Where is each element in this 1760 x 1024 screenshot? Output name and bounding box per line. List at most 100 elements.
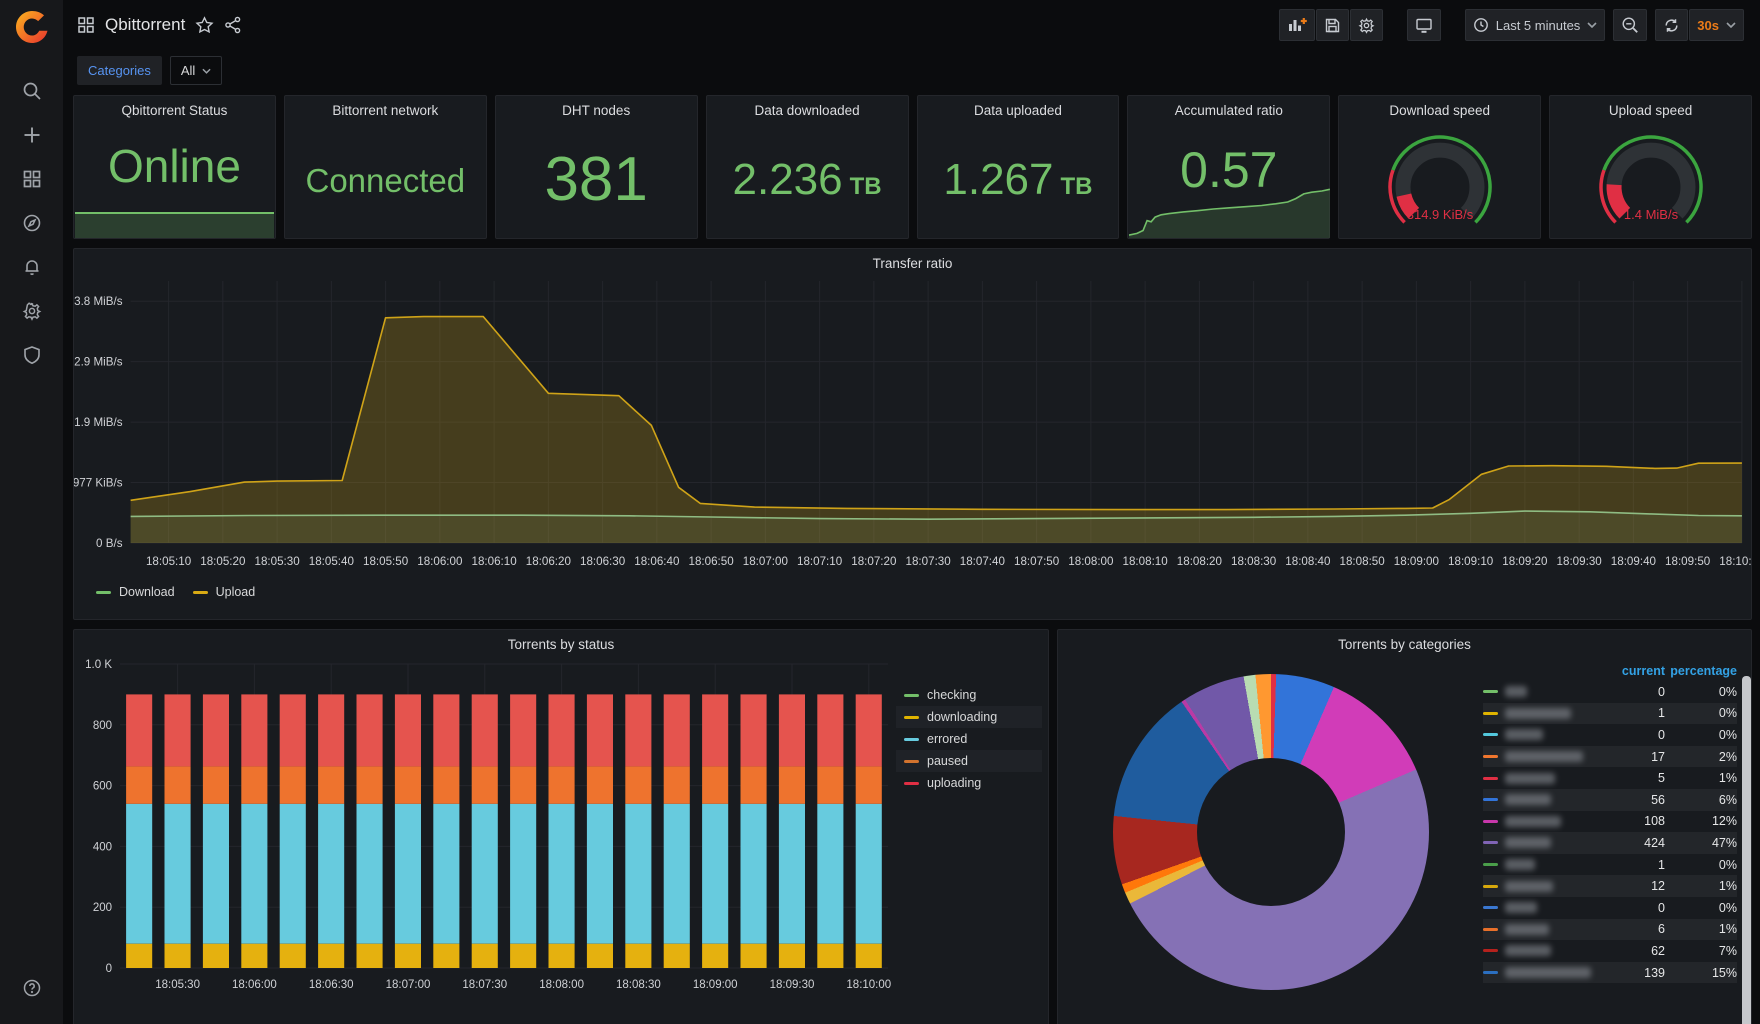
svg-text:2.9 MiB/s: 2.9 MiB/s [74, 357, 123, 369]
svg-text:1.4 MiB/s: 1.4 MiB/s [1623, 207, 1678, 222]
table-row: 17 2% [1483, 745, 1737, 768]
panel-title[interactable]: Torrents by categories [1058, 630, 1751, 652]
panel-title[interactable]: Bittorrent network [285, 96, 486, 118]
panel-title[interactable]: Qbittorrent Status [74, 96, 275, 118]
submenu-row: Categories All [73, 50, 1752, 95]
share-icon[interactable] [224, 16, 242, 34]
cell-percentage: 0% [1718, 900, 1737, 915]
svg-text:18:05:30: 18:05:30 [254, 556, 299, 568]
svg-text:18:07:10: 18:07:10 [797, 556, 842, 568]
sidebar-create-icon[interactable] [10, 113, 54, 157]
sidebar-help-icon[interactable] [10, 966, 54, 1010]
panel-title[interactable]: DHT nodes [496, 96, 697, 118]
zoom-out-button[interactable] [1613, 9, 1648, 41]
time-range-picker[interactable]: Last 5 minutes [1464, 9, 1606, 41]
stat-panel-qbittorrent-status: Qbittorrent Status Online [73, 95, 276, 239]
cell-percentage: 7% [1718, 943, 1737, 958]
category-name-redacted [1505, 686, 1527, 698]
panel-title[interactable]: Torrents by status [74, 630, 1048, 652]
svg-text:0: 0 [106, 963, 112, 975]
chevron-down-icon [202, 68, 211, 74]
sidebar-explore-icon[interactable] [10, 201, 54, 245]
cell-current: 1 [1658, 706, 1665, 721]
svg-text:18:07:00: 18:07:00 [386, 979, 431, 991]
cell-percentage: 1% [1718, 922, 1737, 937]
sidebar-dashboards-icon[interactable] [10, 157, 54, 201]
svg-text:0 B/s: 0 B/s [96, 538, 123, 550]
star-icon[interactable] [195, 15, 214, 35]
legend-item-upload[interactable]: Upload [192, 585, 255, 599]
cell-current: 17 [1651, 749, 1665, 764]
panel-title[interactable]: Data downloaded [707, 96, 908, 118]
stat-body: 2.236 TB [707, 122, 908, 238]
svg-text:18:07:00: 18:07:00 [743, 556, 788, 568]
svg-text:18:05:30: 18:05:30 [155, 979, 200, 991]
status-legend: checking downloading errored paused uploadin… [896, 652, 1042, 1002]
categories-filter-dropdown[interactable]: All [169, 56, 223, 85]
cell-current: 139 [1644, 965, 1665, 980]
svg-text:18:06:00: 18:06:00 [417, 556, 462, 568]
save-dashboard-button[interactable] [1315, 9, 1349, 41]
column-header-current[interactable]: current [1607, 664, 1665, 678]
cell-percentage: 6% [1718, 792, 1737, 807]
grafana-logo-icon[interactable] [12, 7, 52, 47]
category-name-redacted [1505, 859, 1535, 871]
category-name-redacted [1505, 707, 1571, 719]
table-scrollbar[interactable] [1742, 676, 1751, 1024]
sidebar-admin-icon[interactable] [10, 333, 54, 377]
legend-dash-icon [1483, 819, 1498, 823]
panel-title[interactable]: Data uploaded [918, 96, 1119, 118]
tv-mode-button[interactable] [1406, 9, 1441, 41]
category-name-redacted [1505, 837, 1551, 849]
legend-item-checking[interactable]: checking [896, 684, 1042, 706]
panel-title[interactable]: Download speed [1339, 96, 1540, 118]
svg-text:18:09:20: 18:09:20 [1502, 556, 1547, 568]
time-range-label: Last 5 minutes [1495, 17, 1581, 33]
categories-filter-value: All [180, 63, 196, 78]
column-header-percentage[interactable]: percentage [1665, 664, 1737, 678]
stat-unit: TB [1060, 173, 1093, 200]
add-panel-button[interactable] [1278, 9, 1315, 41]
category-name-redacted [1505, 902, 1537, 914]
panel-title[interactable]: Upload speed [1550, 96, 1751, 118]
legend-item-download[interactable]: Download [96, 585, 175, 599]
panel-title[interactable]: Accumulated ratio [1128, 96, 1329, 118]
sidebar [0, 0, 63, 1024]
dashboard-topbar: Qbittorrent Last 5 minutes 30s [73, 0, 1752, 50]
legend-dash-icon [1483, 906, 1498, 910]
dashboard-settings-button[interactable] [1349, 9, 1383, 41]
legend-item-downloading[interactable]: downloading [896, 706, 1042, 728]
svg-text:18:07:50: 18:07:50 [1014, 556, 1059, 568]
refresh-button[interactable] [1655, 9, 1689, 41]
chevron-down-icon [1726, 22, 1736, 28]
svg-text:18:09:30: 18:09:30 [1557, 556, 1602, 568]
transfer-ratio-chart[interactable]: 18:05:10 18:05:20 18:05:30 18:05:40 18:05:50… [74, 271, 1751, 583]
svg-text:18:06:00: 18:06:00 [232, 979, 277, 991]
cell-percentage: 15% [1711, 965, 1737, 980]
sidebar-alerting-icon[interactable] [10, 245, 54, 289]
category-name-redacted [1505, 729, 1543, 741]
torrents-by-status-panel: Torrents by status 18:05:30 18:06:00 18:06… [73, 629, 1049, 1024]
cell-current: 424 [1644, 835, 1665, 850]
refresh-interval-picker[interactable]: 30s [1689, 9, 1744, 41]
panel-title[interactable]: Transfer ratio [74, 249, 1751, 271]
stat-body: 1.267 TB [918, 122, 1119, 238]
legend-dash-icon [904, 737, 919, 741]
cell-percentage: 1% [1718, 771, 1737, 786]
categories-filter-label[interactable]: Categories [77, 56, 162, 85]
sidebar-search-icon[interactable] [10, 69, 54, 113]
torrents-by-status-chart[interactable]: 18:05:30 18:06:00 18:06:30 18:07:00 18:07:30… [74, 652, 896, 1002]
sidebar-configuration-icon[interactable] [10, 289, 54, 333]
legend-item-paused[interactable]: paused [896, 750, 1042, 772]
stat-value: 2.236 TB [732, 155, 882, 204]
svg-text:314.9 KiB/s: 314.9 KiB/s [1406, 207, 1473, 222]
legend-dash-icon [1483, 841, 1498, 845]
categories-donut-chart[interactable] [1112, 674, 1429, 990]
stat-value: 1.267 TB [943, 155, 1093, 204]
legend-item-uploading[interactable]: uploading [896, 772, 1042, 794]
legend-label: errored [927, 732, 968, 746]
legend-item-errored[interactable]: errored [896, 728, 1042, 750]
svg-text:3.8 MiB/s: 3.8 MiB/s [74, 296, 123, 308]
svg-text:18:09:30: 18:09:30 [770, 979, 815, 991]
stat-value: 381 [544, 145, 648, 214]
